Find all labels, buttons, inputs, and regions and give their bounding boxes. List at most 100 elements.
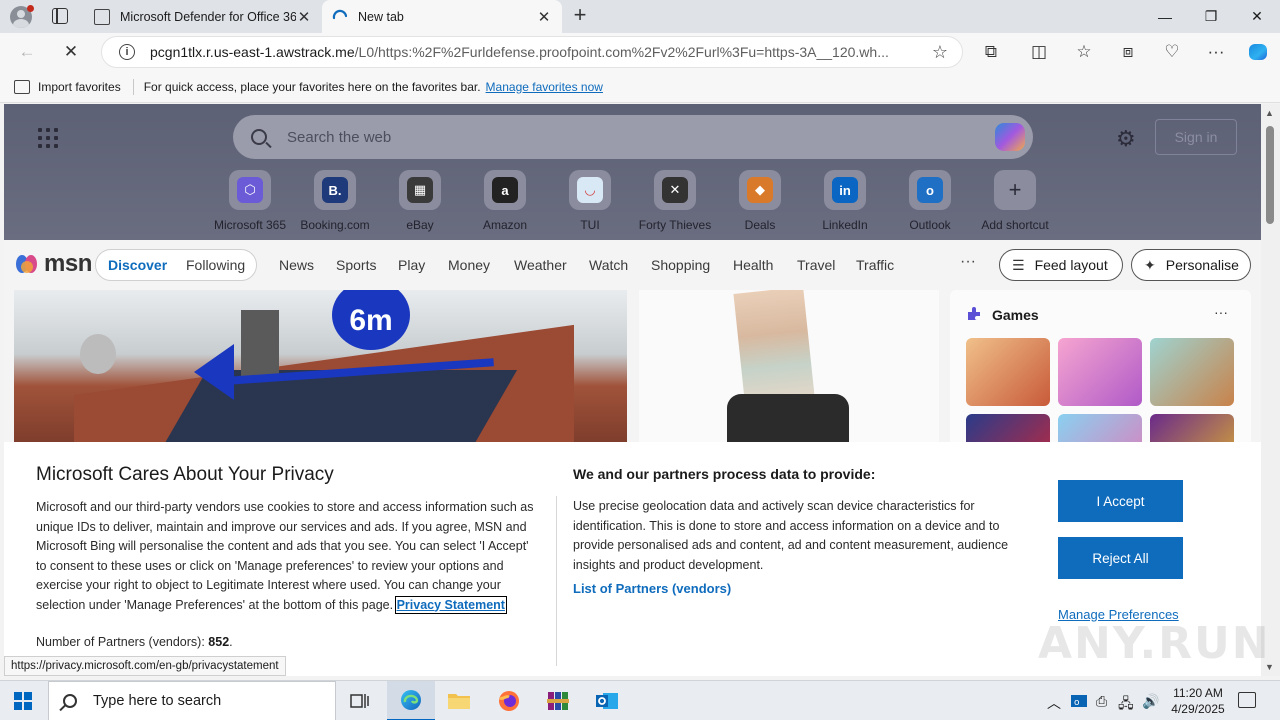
game-tile[interactable] [1058,338,1142,406]
web-search-box[interactable]: Search the web [233,115,1033,159]
extensions-puzzle-icon[interactable]: ⧉ [978,40,1004,64]
nav-item-weather[interactable]: Weather [514,257,567,273]
page-scrollbar[interactable]: ▲ ▼ [1261,104,1280,676]
nav-item-traffic[interactable]: Traffic [856,257,894,273]
privacy-consent-dialog: Microsoft Cares About Your Privacy Micro… [4,442,1269,676]
app-launcher-icon[interactable] [38,128,58,148]
split-screen-icon[interactable]: ◫ [1026,40,1052,64]
tab-defender[interactable]: Microsoft Defender for Office 365 ✕ [84,0,322,33]
news-hero-card[interactable]: 6m [14,290,627,450]
reject-all-button[interactable]: Reject All [1058,537,1183,579]
search-placeholder: Search the web [287,128,392,146]
url-text[interactable]: pcgn1tlx.r.us-east-1.awstrack.me/L0/http… [150,44,920,60]
favorite-star-icon[interactable]: ☆ [932,42,948,63]
game-tile[interactable] [1150,338,1234,406]
partners-count-label: Number of Partners (vendors): [36,635,205,649]
browser-toolbar: ← ✕ i pcgn1tlx.r.us-east-1.awstrack.me/L… [0,33,1280,71]
taskbar-search-box[interactable]: Type here to search [48,681,336,720]
copilot-icon[interactable] [1245,40,1271,64]
collections-icon[interactable]: ⧈ [1115,40,1141,64]
import-favorites-icon[interactable] [14,79,30,94]
nav-item-watch[interactable]: Watch [589,257,628,273]
newtab-hero: Search the web ⚙ Sign in ⬡ Microsoft 365 B… [4,104,1261,240]
tab-new-tab[interactable]: New tab ✕ [322,0,562,33]
nav-item-health[interactable]: Health [733,257,773,273]
nav-more-icon[interactable]: ··· [960,253,976,271]
shortcut-tile[interactable]: ▦ eBay [380,170,460,232]
nav-item-discover[interactable]: Discover [108,257,167,273]
scroll-thumb[interactable] [1266,126,1274,224]
game-tile[interactable] [966,338,1050,406]
copilot-search-icon[interactable] [995,123,1025,151]
purposes-body: Use precise geolocation data and activel… [573,499,1009,572]
new-tab-plus-icon[interactable]: + [570,4,590,28]
browser-essentials-icon[interactable]: ♡ [1159,40,1185,64]
settings-more-icon[interactable]: ··· [1203,40,1229,64]
file-explorer-icon[interactable] [435,681,483,720]
favorites-icon[interactable]: ☆ [1071,40,1097,64]
winrar-icon[interactable] [534,681,582,720]
accept-button[interactable]: I Accept [1058,480,1183,522]
personalise-button[interactable]: ✦ Personalise [1131,249,1251,281]
shortcut-tile[interactable]: ◡ TUI [550,170,630,232]
system-clock[interactable]: 11:20 AM 4/29/2025 [1168,685,1228,717]
show-hidden-icons-chevron-icon[interactable]: ︿ [1047,693,1061,713]
shortcut-tile[interactable]: ⬡ Microsoft 365 [210,170,290,232]
close-window-icon[interactable]: ✕ [1234,0,1280,33]
outlook-icon[interactable] [583,681,631,720]
games-more-icon[interactable]: ··· [1214,304,1228,320]
news-card-money[interactable] [639,290,939,450]
shortcut-icon-tile: a [484,170,526,210]
firefox-icon[interactable] [485,681,533,720]
nav-item-money[interactable]: Money [448,257,490,273]
task-view-icon[interactable] [336,681,384,720]
manage-favorites-link[interactable]: Manage favorites now [486,80,603,94]
msn-logo[interactable]: msn [16,250,92,278]
edge-browser-icon[interactable] [387,681,435,720]
close-tab-icon[interactable]: ✕ [296,8,312,26]
close-tab-icon[interactable]: ✕ [536,8,552,26]
puzzle-piece-icon [968,307,980,320]
outlook-tray-icon[interactable]: o [1071,693,1087,712]
windows-start-icon[interactable] [14,692,32,710]
restore-icon[interactable]: ❐ [1188,0,1234,33]
stop-loading-icon[interactable]: ✕ [58,40,84,64]
nav-item-sports[interactable]: Sports [336,257,376,273]
notification-center-icon[interactable] [1238,692,1256,708]
nav-item-news[interactable]: News [279,257,314,273]
volume-icon[interactable]: 🔊 [1142,693,1159,710]
privacy-statement-link[interactable]: Privacy Statement [394,595,507,614]
page-settings-gear-icon[interactable]: ⚙ [1116,126,1136,152]
shortcut-label: TUI [580,218,600,232]
nav-item-following[interactable]: Following [186,257,245,273]
shortcut-logo-icon: ◆ [747,177,773,203]
shortcut-label: Outlook [909,218,951,232]
feed-layout-button[interactable]: ☰ Feed layout [999,249,1123,281]
partners-list-link[interactable]: List of Partners (vendors) [573,581,731,596]
shortcut-tile[interactable]: a Amazon [465,170,545,232]
scroll-up-arrow-icon[interactable]: ▲ [1265,108,1274,118]
nav-item-play[interactable]: Play [398,257,425,273]
shortcut-tile[interactable]: ✕ Forty Thieves [635,170,715,232]
shortcut-tile[interactable]: o Outlook [890,170,970,232]
network-icon[interactable]: 🖧 [1118,693,1134,717]
import-favorites-button[interactable]: Import favorites [38,80,121,94]
nav-item-travel[interactable]: Travel [797,257,835,273]
partners-count: Number of Partners (vendors): 852. [36,635,233,649]
nav-item-shopping[interactable]: Shopping [651,257,710,273]
shortcut-icon-tile: o [909,170,951,210]
shortcut-tile[interactable]: in LinkedIn [805,170,885,232]
address-bar[interactable]: i pcgn1tlx.r.us-east-1.awstrack.me/L0/ht… [101,36,963,68]
feed-layout-label: Feed layout [1034,257,1108,273]
status-bar-url: https://privacy.microsoft.com/en-gb/priv… [4,656,286,676]
site-info-icon[interactable]: i [119,44,135,60]
shortcut-logo-icon: o [917,177,943,203]
meet-now-icon[interactable]: ⎙ [1096,693,1107,710]
minimize-icon[interactable]: — [1142,0,1188,33]
back-arrow-icon[interactable]: ← [14,40,40,64]
shortcut-tile[interactable]: ◆ Deals [720,170,800,232]
tab-actions-icon[interactable] [52,8,68,24]
shortcut-tile[interactable]: + Add shortcut [975,170,1055,232]
sign-in-button[interactable]: Sign in [1155,119,1237,155]
shortcut-tile[interactable]: B. Booking.com [295,170,375,232]
